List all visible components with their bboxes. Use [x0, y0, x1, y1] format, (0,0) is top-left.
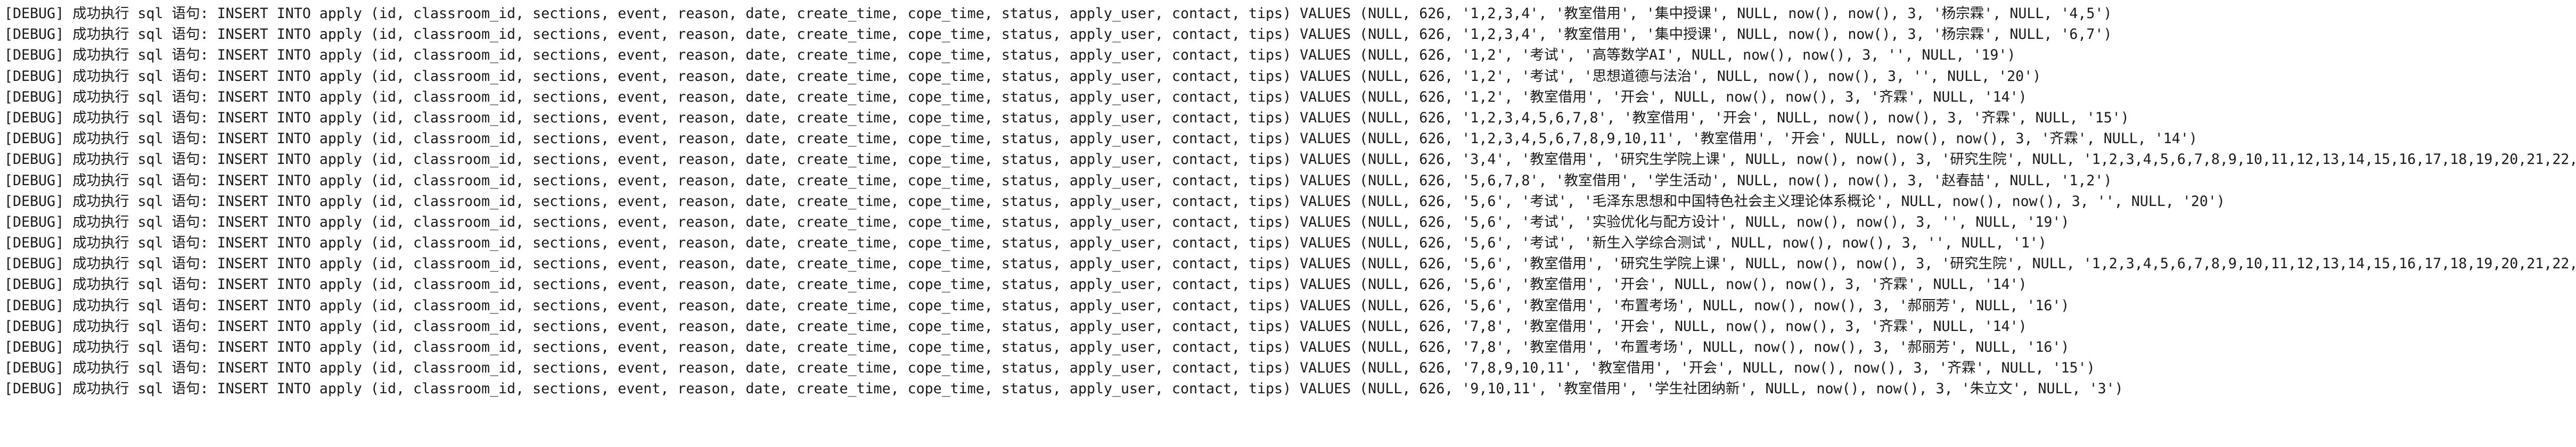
- log-line: [DEBUG] 成功执行 sql 语句: INSERT INTO apply (…: [4, 47, 2016, 64]
- log-line: [DEBUG] 成功执行 sql 语句: INSERT INTO apply (…: [4, 88, 2027, 105]
- log-line: [DEBUG] 成功执行 sql 语句: INSERT INTO apply (…: [4, 235, 2047, 252]
- log-line: [DEBUG] 成功执行 sql 语句: INSERT INTO apply (…: [4, 380, 2123, 398]
- log-line: [DEBUG] 成功执行 sql 语句: INSERT INTO apply (…: [4, 172, 2112, 189]
- log-line: [DEBUG] 成功执行 sql 语句: INSERT INTO apply (…: [4, 318, 2027, 335]
- log-line: [DEBUG] 成功执行 sql 语句: INSERT INTO apply (…: [4, 109, 2129, 126]
- log-line: [DEBUG] 成功执行 sql 语句: INSERT INTO apply (…: [4, 193, 2225, 210]
- log-line: [DEBUG] 成功执行 sql 语句: INSERT INTO apply (…: [4, 5, 2112, 22]
- log-line: [DEBUG] 成功执行 sql 语句: INSERT INTO apply (…: [4, 130, 2197, 147]
- log-line: [DEBUG] 成功执行 sql 语句: INSERT INTO apply (…: [4, 26, 2112, 43]
- log-line: [DEBUG] 成功执行 sql 语句: INSERT INTO apply (…: [4, 68, 2041, 85]
- log-line: [DEBUG] 成功执行 sql 语句: INSERT INTO apply (…: [4, 255, 2576, 272]
- log-line: [DEBUG] 成功执行 sql 语句: INSERT INTO apply (…: [4, 151, 2576, 168]
- terminal-log-output[interactable]: [DEBUG] 成功执行 sql 语句: INSERT INTO apply (…: [0, 0, 2576, 447]
- log-line: [DEBUG] 成功执行 sql 语句: INSERT INTO apply (…: [4, 360, 2095, 377]
- log-line: [DEBUG] 成功执行 sql 语句: INSERT INTO apply (…: [4, 213, 2070, 230]
- log-line: [DEBUG] 成功执行 sql 语句: INSERT INTO apply (…: [4, 339, 2070, 355]
- log-line: [DEBUG] 成功执行 sql 语句: INSERT INTO apply (…: [4, 297, 2070, 314]
- log-line: [DEBUG] 成功执行 sql 语句: INSERT INTO apply (…: [4, 276, 2027, 293]
